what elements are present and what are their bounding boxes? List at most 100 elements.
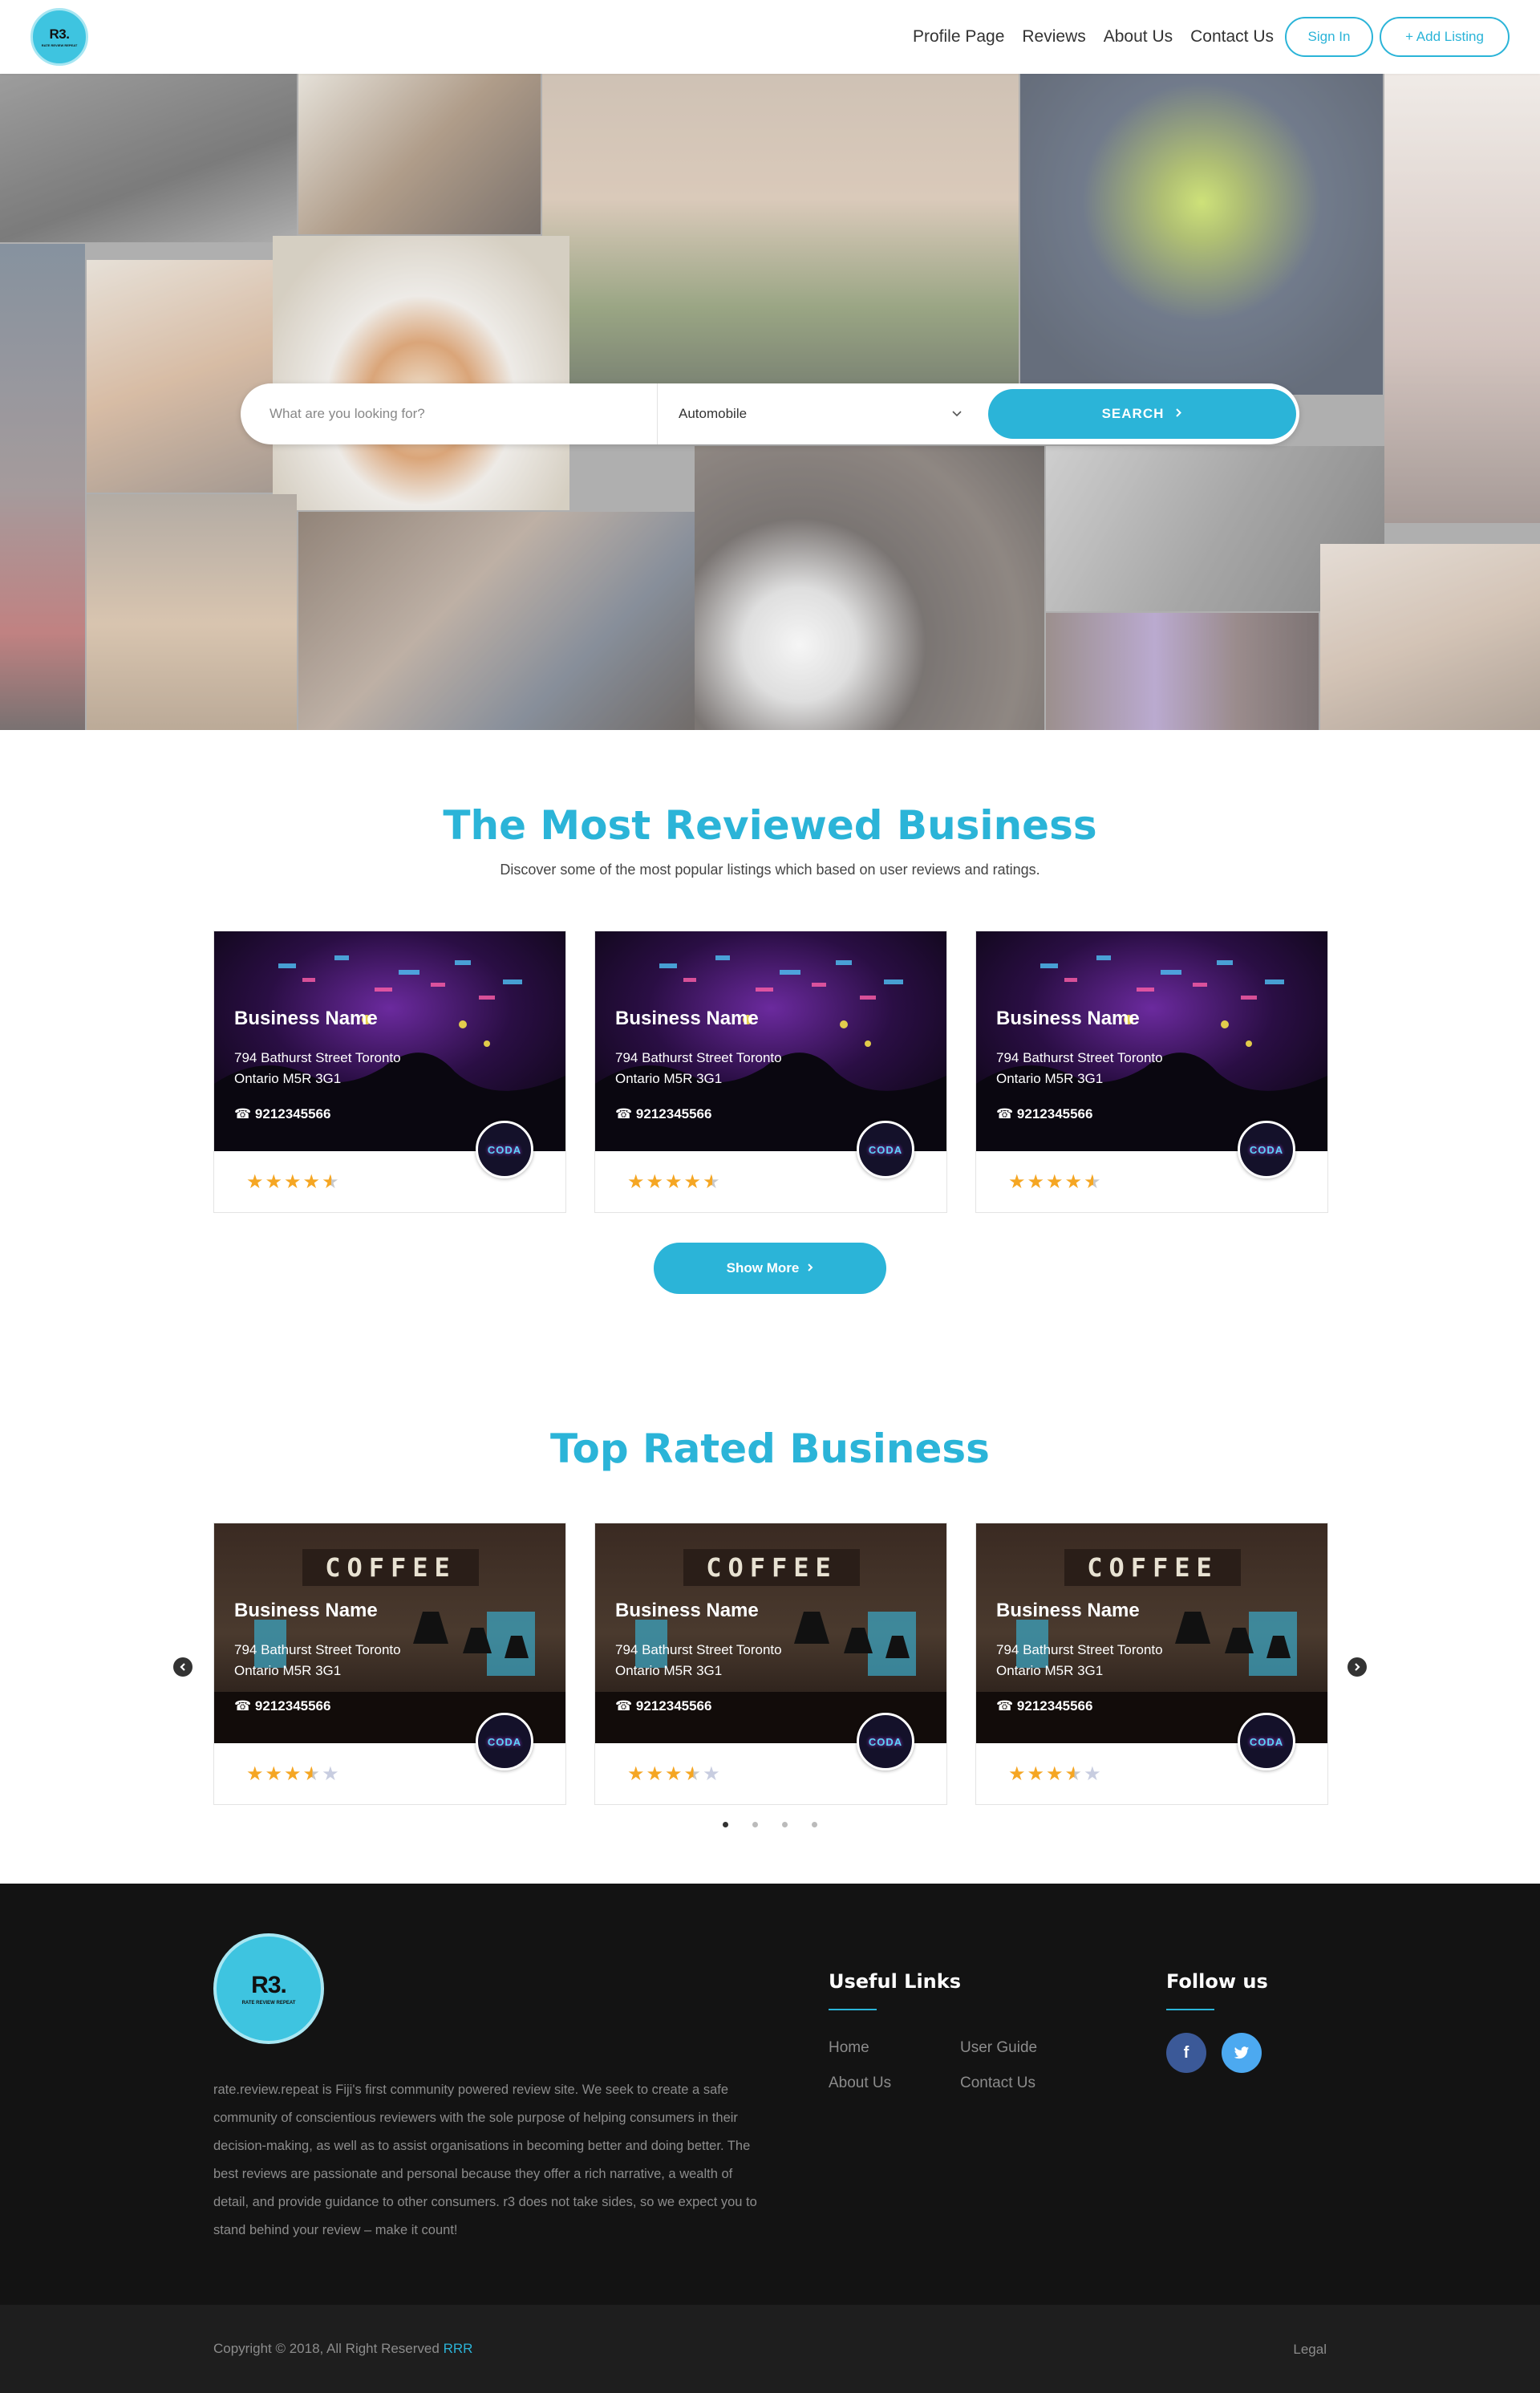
rating-star-icon: ★ (1046, 1171, 1065, 1193)
footer-logo[interactable]: R3. RATE REVIEW REPEAT (213, 1933, 324, 2044)
chevron-right-icon (1175, 406, 1182, 422)
rating-star-icon: ★ (1027, 1763, 1047, 1785)
chevron-left-icon (180, 1663, 185, 1671)
nav-link-profile[interactable]: Profile Page (913, 27, 1004, 47)
address-line-2: Ontario M5R 3G1 (996, 1663, 1104, 1678)
rating-star-icon: ★ (627, 1171, 646, 1193)
carousel-dots (0, 1822, 1540, 1827)
footer-link-about[interactable]: About Us (829, 2075, 891, 2092)
rating-star-icon: ★ (1008, 1763, 1027, 1785)
chevron-right-icon (1355, 1663, 1360, 1671)
rating-star-icon: ★ (683, 1171, 703, 1193)
logo-tagline: RATE REVIEW REPEAT (41, 43, 78, 47)
phone-icon: ☎ (234, 1698, 252, 1714)
add-listing-button[interactable]: + Add Listing (1380, 17, 1510, 57)
rating-star-icon: ★ (284, 1763, 303, 1785)
top-rated-card[interactable]: COFFEE Business Name 794 Bathurst Street T… (975, 1523, 1328, 1805)
address-line-2: Ontario M5R 3G1 (234, 1663, 342, 1678)
phone-number: 9212345566 (254, 1106, 331, 1121)
business-name[interactable]: Business Name (996, 1008, 1140, 1030)
top-rated-card[interactable]: COFFEE Business Name 794 Bathurst Street T… (594, 1523, 947, 1805)
carousel-next-button[interactable] (1348, 1657, 1367, 1677)
business-logo-badge: CODA (1238, 1713, 1295, 1770)
carousel-dot-3[interactable] (782, 1822, 788, 1827)
business-logo-badge: CODA (476, 1121, 533, 1178)
nav-link-contact[interactable]: Contact Us (1190, 27, 1274, 47)
top-navbar: R3. RATE REVIEW REPEAT Profile Page Revi… (0, 0, 1540, 74)
rating-star-icon: ★ (1084, 1171, 1103, 1193)
carousel-dot-4[interactable] (812, 1822, 817, 1827)
search-button[interactable]: SEARCH (988, 389, 1296, 439)
nav-link-about[interactable]: About Us (1104, 27, 1173, 47)
rating-star-icon: ★ (665, 1171, 684, 1193)
business-name[interactable]: Business Name (996, 1600, 1140, 1622)
address-line-2: Ontario M5R 3G1 (234, 1071, 342, 1086)
most-reviewed-card[interactable]: Business Name 794 Bathurst Street Toronto… (594, 931, 947, 1213)
site-logo[interactable]: R3. RATE REVIEW REPEAT (30, 8, 88, 66)
business-name[interactable]: Business Name (615, 1008, 759, 1030)
business-logo-badge: CODA (857, 1121, 914, 1178)
business-address: 794 Bathurst Street Toronto Ontario M5R 3… (615, 1640, 824, 1681)
badge-text: CODA (868, 1143, 903, 1156)
business-name[interactable]: Business Name (615, 1600, 759, 1622)
chevron-down-icon (951, 406, 962, 422)
address-line-1: 794 Bathurst Street Toronto (234, 1050, 401, 1065)
footer-about-text: rate.review.repeat is Fiji's first commu… (213, 2083, 757, 2237)
footer-link-home[interactable]: Home (829, 2039, 869, 2057)
nav-link-reviews[interactable]: Reviews (1022, 27, 1085, 47)
footer-link-user-guide[interactable]: User Guide (960, 2039, 1037, 2057)
carousel-prev-button[interactable] (173, 1657, 192, 1677)
rating-star-icon: ★ (646, 1171, 666, 1193)
business-name[interactable]: Business Name (234, 1008, 378, 1030)
legal-link[interactable]: Legal (1293, 2342, 1327, 2358)
carousel-dot-1[interactable] (723, 1822, 728, 1827)
most-reviewed-card[interactable]: Business Name 794 Bathurst Street Toronto… (213, 931, 566, 1213)
business-address: 794 Bathurst Street Toronto Ontario M5R 3… (234, 1048, 443, 1089)
most-reviewed-card[interactable]: Business Name 794 Bathurst Street Toronto… (975, 931, 1328, 1213)
business-address: 794 Bathurst Street Toronto Ontario M5R 3… (996, 1048, 1205, 1089)
nav-menu: Profile Page Reviews About Us Contact Us… (895, 17, 1510, 57)
footer-bottom-bar: Copyright © 2018, All Right Reserved RRR… (0, 2305, 1540, 2393)
facebook-button[interactable]: f (1166, 2033, 1206, 2073)
category-select[interactable]: Automobile (658, 383, 987, 444)
footer: R3. RATE REVIEW REPEAT rate.review.repea… (0, 1884, 1540, 2305)
facebook-icon: f (1183, 2043, 1189, 2062)
top-rated-card[interactable]: COFFEE Business Name 794 Bathurst Street T… (213, 1523, 566, 1805)
search-input[interactable] (241, 383, 658, 444)
top-rated-title: Top Rated Business (550, 1426, 990, 1472)
rating-star-icon: ★ (627, 1763, 646, 1785)
footer-logo-tagline: RATE REVIEW REPEAT (241, 2001, 296, 2006)
rating-star-icon: ★ (665, 1763, 684, 1785)
copyright-brand-link[interactable]: RRR (444, 2341, 473, 2356)
phone-number: 9212345566 (1016, 1106, 1093, 1121)
business-phone: ☎ 9212345566 (996, 1698, 1092, 1714)
footer-link-contact[interactable]: Contact Us (960, 2075, 1035, 2092)
business-name[interactable]: Business Name (234, 1600, 378, 1622)
address-line-1: 794 Bathurst Street Toronto (615, 1050, 782, 1065)
star-rating: ★★★★★ (627, 1762, 722, 1786)
twitter-button[interactable] (1222, 2033, 1262, 2073)
address-line-2: Ontario M5R 3G1 (615, 1071, 723, 1086)
sign-in-button[interactable]: Sign In (1285, 17, 1373, 57)
show-more-button[interactable]: Show More (654, 1243, 886, 1294)
address-line-1: 794 Bathurst Street Toronto (996, 1642, 1163, 1657)
badge-text: CODA (1249, 1735, 1284, 1748)
phone-number: 9212345566 (635, 1698, 712, 1714)
star-rating: ★★★★★ (246, 1170, 341, 1194)
rating-star-icon: ★ (1064, 1763, 1084, 1785)
badge-text: CODA (1249, 1143, 1284, 1156)
phone-icon: ☎ (996, 1698, 1014, 1714)
rating-star-icon: ★ (646, 1763, 666, 1785)
rating-star-icon: ★ (265, 1171, 285, 1193)
business-phone: ☎ 9212345566 (234, 1698, 330, 1714)
badge-text: CODA (868, 1735, 903, 1748)
carousel-dot-2[interactable] (752, 1822, 758, 1827)
rating-star-icon: ★ (302, 1171, 322, 1193)
rating-star-icon: ★ (302, 1763, 322, 1785)
badge-text: CODA (487, 1735, 522, 1748)
business-address: 794 Bathurst Street Toronto Ontario M5R 3… (615, 1048, 824, 1089)
address-line-2: Ontario M5R 3G1 (996, 1071, 1104, 1086)
rating-star-icon: ★ (703, 1763, 722, 1785)
follow-us-heading: Follow us (1166, 1970, 1268, 1993)
footer-logo-text: R3. (251, 1972, 287, 1998)
